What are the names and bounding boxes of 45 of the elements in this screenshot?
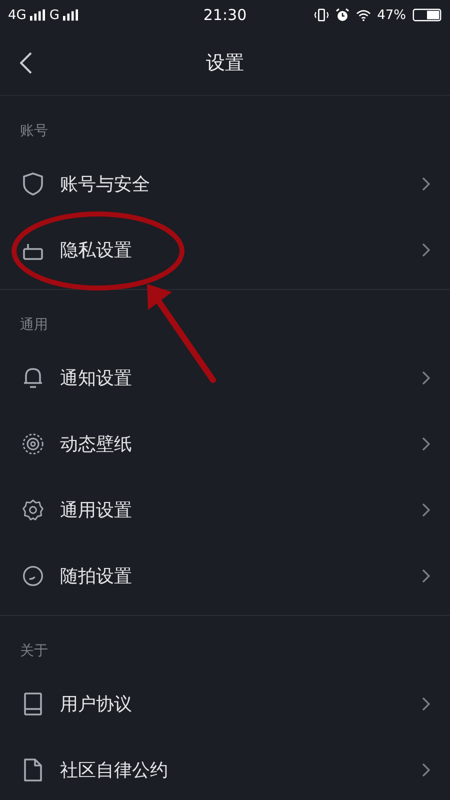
page-title: 设置 (206, 50, 244, 76)
wifi-icon (356, 8, 372, 22)
signal-icon (30, 9, 46, 21)
row-label: 社区自律公约 (60, 759, 169, 782)
settings-row[interactable]: 用户协议 (0, 671, 450, 737)
chevron-icon (422, 763, 430, 777)
section-label: 关于 (19, 642, 49, 661)
chevron-icon (422, 371, 430, 385)
chevron-icon (422, 697, 430, 711)
status-time: 21:30 (203, 6, 247, 24)
section-label: 通用 (19, 316, 49, 335)
vibrate-icon (314, 8, 330, 22)
row-label: 动态壁纸 (60, 433, 133, 456)
alarm-icon (335, 8, 350, 22)
settings-row[interactable]: 通知设置 (0, 345, 450, 411)
battery-icon (412, 8, 442, 22)
section-label: 账号 (19, 122, 49, 141)
book-icon (22, 692, 44, 716)
document-icon (22, 758, 44, 782)
settings-icon (22, 498, 44, 522)
settings-row[interactable]: 随拍设置 (0, 543, 450, 609)
network-type: 4G (8, 8, 26, 22)
row-label: 隐私设置 (60, 239, 133, 262)
network-type: G (49, 8, 60, 22)
settings-row[interactable]: 动态壁纸 (0, 411, 450, 477)
battery-percent: 47% (377, 8, 406, 22)
row-label: 账号与安全 (60, 173, 151, 196)
chevron-icon (422, 177, 430, 191)
chevron-icon (422, 503, 430, 517)
settings-row[interactable]: 通用设置 (0, 477, 450, 543)
chevron-icon (422, 569, 430, 583)
row-label: 通用设置 (60, 499, 133, 522)
row-label: 通知设置 (60, 367, 133, 390)
circle-icon (22, 564, 44, 588)
wallpaper-icon (22, 432, 44, 456)
bell-icon (22, 366, 44, 390)
signal-icon (63, 9, 78, 21)
row-label: 用户协议 (60, 693, 133, 716)
chevron-icon (422, 243, 430, 257)
chevron-icon (422, 437, 430, 451)
shield-icon (22, 172, 44, 196)
settings-row[interactable]: 社区自律公约 (0, 737, 450, 800)
settings-row[interactable]: 账号与安全 (0, 151, 450, 217)
row-label: 随拍设置 (60, 565, 133, 588)
settings-row[interactable]: 隐私设置 (0, 217, 450, 283)
